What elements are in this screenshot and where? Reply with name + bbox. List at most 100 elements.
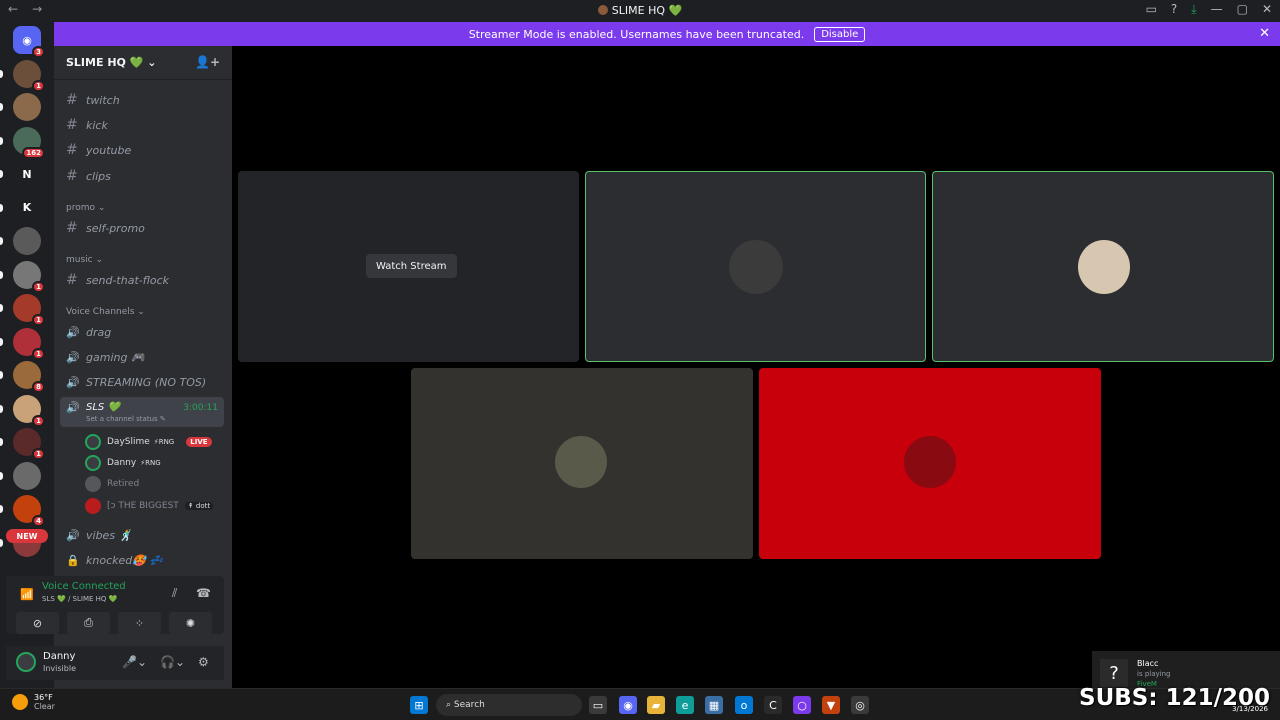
username[interactable]: Danny [43,651,75,662]
camera-button[interactable]: ⊘ [16,612,59,634]
close-window-icon[interactable]: ✕ [1262,2,1272,17]
unread-badge: 1 [32,314,45,326]
voice-channel-sls[interactable]: 🔊 SLS 💚 3:00:11 Set a channel status ✎ [60,397,224,427]
discord-icon[interactable]: ◉ [619,696,637,714]
channel-youtube[interactable]: # youtube [66,141,131,159]
category-promo[interactable]: promo ⌄ [66,203,105,213]
disconnect-icon[interactable]: ☎ [196,586,211,600]
server-icon[interactable]: 1 [13,428,45,460]
lock-icon: 🔒 [66,553,80,567]
help-icon[interactable]: ? [1171,2,1177,17]
server-icon[interactable] [13,93,41,121]
voice-channel-streaming[interactable]: 🔊 STREAMING (NO TOS) [66,373,206,391]
close-icon[interactable]: ✕ [1259,26,1270,41]
unread-badge: 1 [32,280,45,293]
server-icon[interactable]: 1 [13,294,45,326]
search-input[interactable]: ⌕ Search [436,694,582,716]
microphone-icon[interactable]: 🎤⌄ [122,655,147,669]
unread-badge: 3 [32,46,45,58]
noise-suppression-icon[interactable]: ⫽ [172,586,177,601]
hash-icon: # [66,272,78,288]
signal-icon[interactable]: 📶 [20,588,34,601]
voice-channel-gaming[interactable]: 🔊 gaming 🎮 [66,348,145,366]
speaker-icon: 🔊 [66,350,80,364]
discord-home-icon[interactable]: ◉ 3 [13,26,45,58]
invite-icon[interactable]: 👤+ [195,55,220,69]
unread-badge: 1 [32,414,45,427]
store-icon[interactable]: ▦ [705,696,723,714]
channel-status-input[interactable]: Set a channel status ✎ [86,415,166,423]
banner-text: Streamer Mode is enabled. Usernames have… [468,27,805,41]
participant-tile[interactable] [932,171,1274,362]
voice-member[interactable]: [ↄ THE BIGGEST ↟ dott [85,498,214,514]
channel-send-that-flock[interactable]: # send-that-flock [66,271,169,289]
folder-icon[interactable]: ▰ [647,696,665,714]
inbox-icon[interactable]: ▭ [1146,2,1157,17]
activities-button[interactable]: ⁘ [118,612,161,634]
subs-counter-overlay: SUBS: 121/200 [1079,685,1270,711]
start-icon[interactable]: ⊞ [410,696,428,714]
server-icon[interactable]: K [13,193,41,222]
brave-icon[interactable]: ▼ [822,696,840,714]
download-icon[interactable]: ⤓ [1191,2,1196,17]
avatar[interactable] [16,652,36,672]
unread-pip [0,170,3,178]
unread-pip [0,270,3,279]
new-badge[interactable]: NEW [6,529,48,543]
headphones-icon[interactable]: 🎧⌄ [160,655,185,669]
server-icon[interactable] [13,227,41,255]
minimize-icon[interactable]: — [1211,2,1223,17]
channel-twitch[interactable]: # twitch [66,91,120,109]
category-music[interactable]: music ⌄ [66,255,103,265]
voice-channel-drag[interactable]: 🔊 drag [66,323,111,341]
participant-tile[interactable] [759,368,1101,559]
participant-tile[interactable] [585,171,926,362]
voice-stage: Watch Stream [232,46,1280,688]
voice-channel-vibes[interactable]: 🔊 vibes 🕺 [66,526,132,544]
voice-channel-name: SLS 💚 [86,402,120,413]
gear-icon[interactable]: ⚙ [198,655,209,669]
voice-channel-knocked[interactable]: 🔒 knocked🥵 💤 [66,551,163,569]
watch-stream-button[interactable]: Watch Stream [366,254,457,278]
edge-icon[interactable]: e [676,696,694,714]
voice-connected-title[interactable]: Voice Connected [42,581,126,592]
app-icon[interactable]: ○ [793,696,811,714]
server-icon[interactable]: N [13,160,41,188]
avatar [85,455,101,471]
server-icon[interactable]: 8 [13,361,45,393]
unread-pip [0,304,3,312]
guild-header[interactable]: SLIME HQ 💚 ⌄ 👤+ [54,46,232,80]
server-icon[interactable]: 1 [13,59,45,92]
activity-user: Blacc [1137,659,1159,668]
soundboard-button[interactable]: ✺ [169,612,212,634]
voice-member[interactable]: Danny ⚡RNG [85,455,161,471]
channel-clips[interactable]: # clips [66,167,111,185]
participant-tile[interactable] [411,368,753,559]
guild-name: SLIME HQ 💚 [66,56,144,69]
category-voice[interactable]: Voice Channels ⌄ [66,307,145,317]
activity-status: is playing [1137,670,1171,678]
server-icon[interactable] [13,461,41,490]
server-icon[interactable]: 162 [13,126,45,159]
maximize-icon[interactable]: ▢ [1237,2,1248,17]
channel-self-promo[interactable]: # self-promo [66,219,145,237]
task-view-icon[interactable]: ▭ [589,696,607,714]
app-icon[interactable]: C [764,696,782,714]
voice-member[interactable]: Retired [85,476,139,492]
server-icon [597,5,608,15]
server-icon[interactable]: 1 [13,260,45,293]
channel-kick[interactable]: # kick [66,116,108,134]
server-icon[interactable]: 1 [13,327,45,360]
speaker-icon: 🔊 [66,375,80,389]
unread-pip [0,337,3,346]
weather-widget[interactable]: 36°F Clear [12,693,55,711]
app-icon[interactable]: ◎ [851,696,869,714]
disable-button[interactable]: Disable [814,26,866,42]
server-icon[interactable]: 1 [13,394,45,427]
unread-pip [0,69,3,78]
server-icon[interactable]: 4 [13,495,45,527]
stream-tile[interactable]: Watch Stream [238,171,579,362]
share-screen-button[interactable]: ⎙ [67,612,110,634]
voice-member[interactable]: DaySlime ⚡RNG LIVE [85,434,212,450]
outlook-icon[interactable]: o [735,696,753,714]
